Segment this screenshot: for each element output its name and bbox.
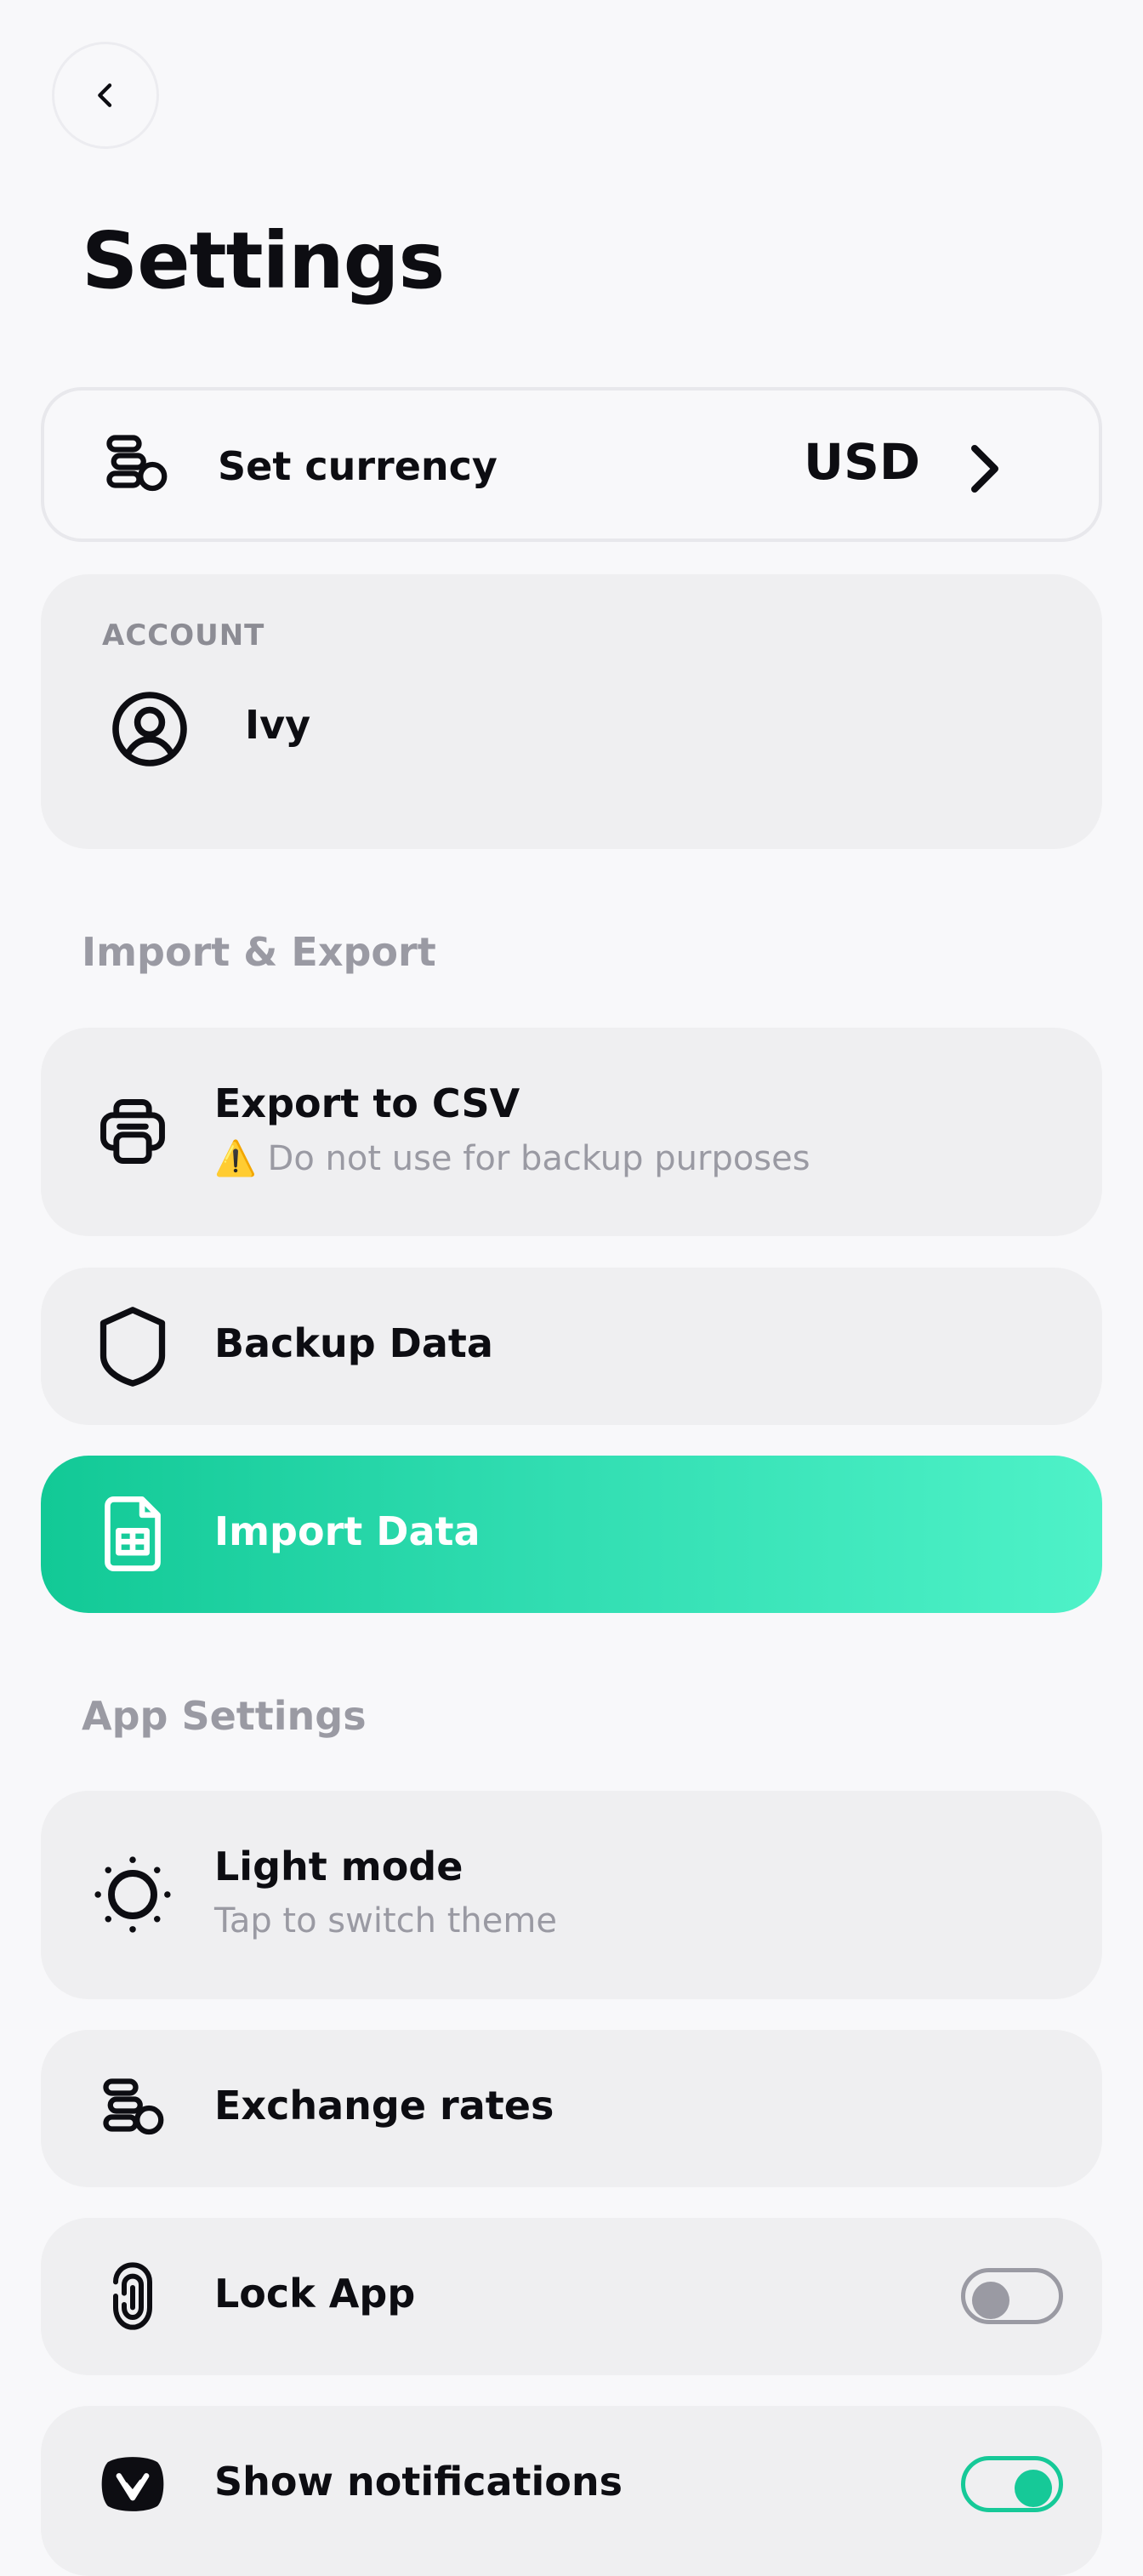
backup-data-row[interactable]: Backup Data	[41, 1268, 1102, 1425]
currency-value: USD	[803, 433, 920, 491]
light-mode-sublabel: Tap to switch theme	[214, 1901, 557, 1941]
export-csv-label: Export to CSV	[214, 1080, 520, 1126]
export-warning-text: ⚠️ Do not use for backup purposes	[214, 1138, 810, 1178]
fingerprint-icon	[90, 2254, 175, 2339]
light-mode-label: Light mode	[214, 1844, 463, 1889]
light-mode-row[interactable]: Light mode Tap to switch theme	[41, 1791, 1102, 1999]
show-notifications-row[interactable]: Show notifications	[41, 2406, 1102, 2576]
chevron-left-icon	[98, 83, 112, 107]
export-csv-row[interactable]: Export to CSV ⚠️ Do not use for backup p…	[41, 1028, 1102, 1236]
show-notifications-toggle[interactable]	[961, 2456, 1063, 2512]
warning-icon: ⚠️	[214, 1139, 257, 1178]
app-logo-icon	[90, 2442, 175, 2527]
exchange-rates-label: Exchange rates	[214, 2083, 554, 2129]
set-currency-row[interactable]: Set currency USD	[41, 387, 1102, 542]
account-card[interactable]: ACCOUNT Ivy	[41, 574, 1102, 849]
lock-app-toggle[interactable]	[961, 2268, 1063, 2324]
export-sublabel: Do not use for backup purposes	[267, 1139, 810, 1178]
account-section-label: ACCOUNT	[102, 618, 265, 653]
exchange-rates-row[interactable]: Exchange rates	[41, 2030, 1102, 2187]
chevron-right-icon	[971, 445, 998, 493]
toggle-knob	[1015, 2470, 1052, 2507]
sun-icon	[90, 1852, 175, 1937]
coins-icon	[94, 422, 179, 507]
user-circle-icon	[107, 687, 192, 772]
shield-icon	[90, 1303, 175, 1388]
account-name: Ivy	[245, 702, 311, 748]
printer-icon	[90, 1089, 175, 1174]
spreadsheet-file-icon	[90, 1491, 175, 1576]
toggle-knob	[972, 2282, 1009, 2319]
section-title-import-export: Import & Export	[82, 929, 436, 975]
coins-icon	[90, 2066, 175, 2151]
section-title-app-settings: App Settings	[82, 1693, 367, 1739]
backup-data-label: Backup Data	[214, 1320, 493, 1366]
lock-app-row[interactable]: Lock App	[41, 2218, 1102, 2375]
back-button[interactable]	[52, 42, 159, 149]
import-data-row[interactable]: Import Data	[41, 1456, 1102, 1613]
import-data-label: Import Data	[214, 1508, 481, 1554]
show-notifications-label: Show notifications	[214, 2459, 623, 2505]
page-title: Settings	[82, 215, 445, 306]
set-currency-label: Set currency	[218, 443, 498, 489]
lock-app-label: Lock App	[214, 2271, 416, 2317]
